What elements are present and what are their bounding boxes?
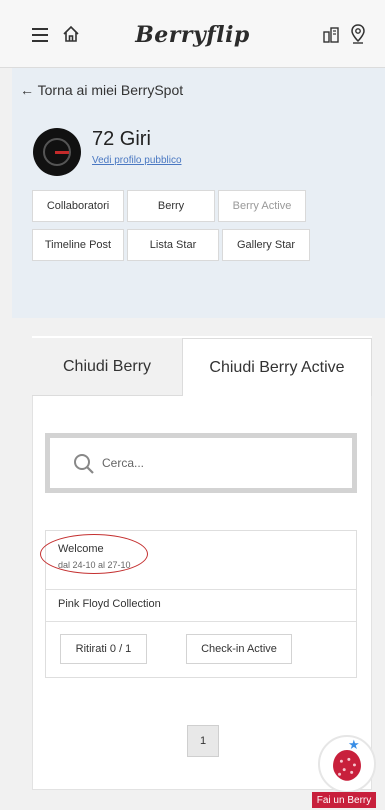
search-input[interactable]: Cerca... [45,433,357,493]
pagination-page-button[interactable]: 1 [187,725,219,757]
avatar [33,128,81,176]
fai-un-berry-label[interactable]: Fai un Berry [312,792,376,808]
nav-gallery-star-button[interactable]: Gallery Star [222,229,310,261]
nav-berry-active-button[interactable]: Berry Active [218,190,306,222]
nav-berry-button[interactable]: Berry [127,190,215,222]
public-profile-link[interactable]: Vedi profilo pubblico [92,155,182,166]
berryspot-icon[interactable] [322,26,340,44]
berry-icon [333,750,361,781]
divider [46,589,356,590]
app-header: Berryflip [0,0,385,68]
search-placeholder: Cerca... [102,456,145,470]
tab-chiudi-berry-active[interactable]: Chiudi Berry Active [182,338,372,396]
divider [46,621,356,622]
highlight-circle [40,534,148,574]
checkin-active-button[interactable]: Check-in Active [186,634,292,664]
nav-timeline-post-button[interactable]: Timeline Post [32,229,124,261]
profile-name: 72 Giri [92,128,151,150]
nav-lista-star-button[interactable]: Lista Star [127,229,219,261]
fai-un-berry-button[interactable] [318,735,376,793]
nav-collaboratori-button[interactable]: Collaboratori [32,190,124,222]
withdrawn-button[interactable]: Ritirati 0 / 1 [60,634,147,664]
tab-chiudi-berry[interactable]: Chiudi Berry [32,338,182,396]
search-icon [74,454,94,474]
back-to-berryspots-link[interactable]: ← Torna ai miei BerrySpot [20,82,183,98]
event-card: Welcome dal 24-10 al 27-10 Pink Floyd Co… [40,530,357,678]
location-pin-icon[interactable] [350,24,366,44]
event-subtitle: Pink Floyd Collection [58,598,161,610]
star-icon: ★ [348,737,360,752]
